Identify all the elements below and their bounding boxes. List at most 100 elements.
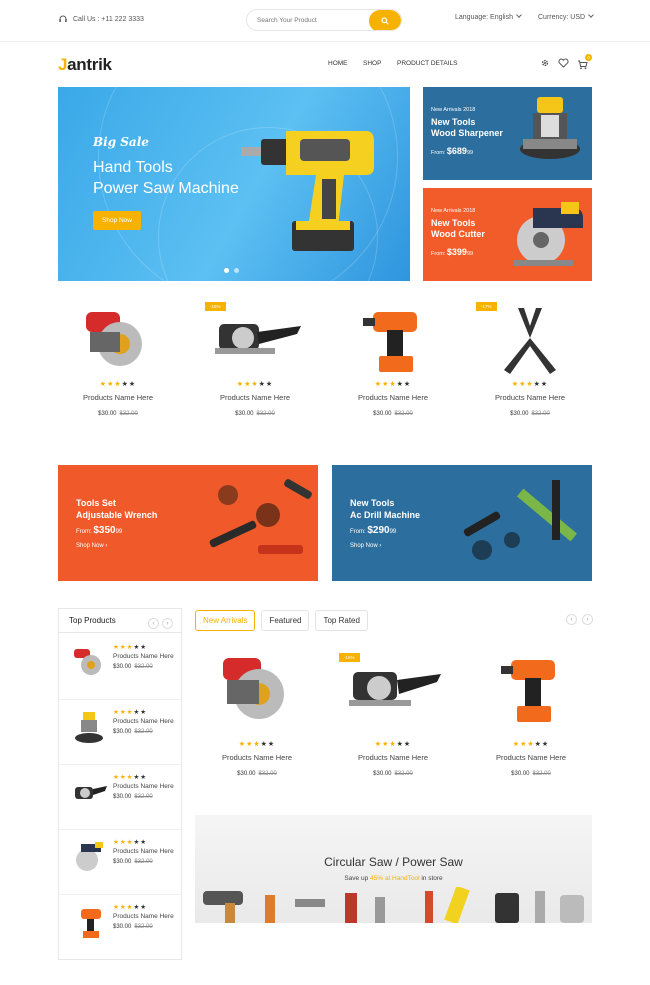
language-select[interactable]: Language: English: [455, 12, 522, 21]
product-name[interactable]: Products Name Here: [113, 653, 178, 661]
slider-dot[interactable]: [224, 268, 229, 273]
price-current: $30.00: [373, 411, 392, 417]
search-button[interactable]: [369, 10, 401, 30]
next-arrow-icon[interactable]: ›: [162, 618, 173, 629]
product-name[interactable]: Products Name Here: [480, 393, 580, 402]
product-name[interactable]: Products Name Here: [113, 783, 178, 791]
currency-select[interactable]: Currency: USD: [538, 12, 594, 21]
product-name[interactable]: Products Name Here: [113, 718, 178, 726]
promo-link-label: Shop Now: [76, 543, 104, 549]
call-us[interactable]: Call Us : +11 222 3333: [58, 14, 144, 24]
next-arrow-icon[interactable]: ›: [582, 614, 593, 625]
tools-image: [203, 887, 584, 923]
product-card[interactable]: ★★★★★ Products Name Here $30.00 $32.00: [68, 298, 168, 417]
product-card[interactable]: -16% ★★★★★ Products Name Here $30.00 $32.…: [205, 298, 305, 417]
rating-stars: ★★★★★: [512, 741, 550, 748]
product-name[interactable]: Products Name Here: [481, 753, 581, 762]
top-product-info: ★★★★★ Products Name Here $30.00 $32.00: [113, 773, 178, 800]
top-product-item[interactable]: ★★★★★ Products Name Here $30.00 $32.00: [59, 700, 181, 765]
price-old: $32.00: [394, 771, 413, 777]
product-price: $30.00 $32.00: [113, 794, 178, 800]
product-card[interactable]: -17% ★★★★★ Products Name Here $30.00 $32.…: [476, 298, 580, 417]
rating-stars: ★★★★★: [113, 904, 148, 911]
product-name[interactable]: Products Name Here: [113, 913, 178, 921]
gear-icon[interactable]: [540, 58, 550, 68]
price-old: $32.00: [532, 771, 551, 777]
top-product-item[interactable]: ★★★★★ Products Name Here $30.00 $32.00: [59, 765, 181, 830]
product-price: $30.00 $32.00: [113, 924, 178, 930]
product-name[interactable]: Products Name Here: [68, 393, 168, 402]
product-card[interactable]: ★★★★★ Products Name Here $30.00 $32.00: [343, 298, 443, 417]
top-product-item[interactable]: ★★★★★ Products Name Here $30.00 $32.00: [59, 635, 181, 700]
side-banner-wood-cutter[interactable]: New Arrivals 2018 New Tools Wood Cutter …: [423, 188, 592, 281]
shop-now-button[interactable]: Shop Now: [93, 211, 141, 230]
price-current: $30.00: [113, 794, 132, 800]
tab-top-rated[interactable]: Top Rated: [315, 610, 368, 631]
price-cents: 99: [115, 529, 123, 535]
tab-new-arrivals[interactable]: New Arrivals: [195, 610, 256, 631]
side-banner-title-line2: Wood Sharpener: [431, 128, 503, 138]
search-input[interactable]: [247, 10, 369, 30]
product-name[interactable]: Products Name Here: [343, 753, 443, 762]
product-image: -16%: [205, 298, 305, 380]
hero-slider[interactable]: Big Sale Hand Tools Power Saw Machine Sh…: [58, 87, 410, 281]
price-old: $32.00: [531, 411, 550, 417]
drill-image: [241, 131, 374, 251]
headset-icon: [59, 15, 67, 22]
product-image: -16%: [339, 650, 443, 740]
product-name[interactable]: Products Name Here: [113, 848, 178, 856]
product-name[interactable]: Products Name Here: [207, 753, 307, 762]
promo-shop-now-link[interactable]: Shop Now ›: [76, 543, 107, 549]
product-price: $30.00 $32.00: [480, 411, 580, 417]
nav-shop[interactable]: SHOP: [363, 60, 381, 67]
top-products-header: Top Products ‹ ›: [59, 609, 181, 633]
promo-banner-wrench[interactable]: Tools Set Adjustable Wrench From: $35099…: [58, 465, 318, 581]
promo-banner-drill[interactable]: New Tools Ac Drill Machine From: $29099 …: [332, 465, 592, 581]
promo-price: From: $29099: [350, 525, 396, 536]
promo-title-line2: Ac Drill Machine: [350, 510, 421, 520]
tab-featured[interactable]: Featured: [261, 610, 310, 631]
nav-home[interactable]: HOME: [328, 60, 348, 67]
product-price: $30.00 $32.00: [481, 771, 581, 777]
promo-price: From: $35099: [76, 525, 122, 536]
side-banner-title-line2: Wood Cutter: [431, 229, 485, 239]
side-banner-title: New Tools Wood Cutter: [431, 218, 485, 240]
product-name[interactable]: Products Name Here: [205, 393, 305, 402]
rating-stars: ★★★★★: [113, 774, 148, 781]
rating-stars: ★★★★★: [113, 709, 148, 716]
rating-stars: ★★★★★: [374, 741, 412, 748]
product-card[interactable]: -16% ★★★★★ Products Name Here $30.00 $32.…: [339, 650, 443, 777]
top-product-item[interactable]: ★★★★★ Products Name Here $30.00 $32.00: [59, 895, 181, 960]
cart-button[interactable]: 0: [577, 54, 592, 70]
nav-product-details[interactable]: PRODUCT DETAILS: [397, 60, 457, 67]
product-card[interactable]: ★★★★★ Products Name Here $30.00 $32.00: [481, 650, 581, 777]
logo-text: antrik: [67, 55, 112, 74]
price-value: $689: [446, 146, 467, 156]
hero-title: Hand Tools Power Saw Machine: [93, 157, 239, 199]
top-product-item[interactable]: ★★★★★ Products Name Here $30.00 $32.00: [59, 830, 181, 895]
price-current: $30.00: [113, 924, 132, 930]
promo-title-line1: New Tools: [350, 498, 395, 508]
side-banner-price: From: $68999: [431, 146, 473, 156]
product-card[interactable]: ★★★★★ Products Name Here $30.00 $32.00: [207, 650, 307, 777]
price-value: $290: [367, 525, 390, 536]
promo-title-line2: Adjustable Wrench: [76, 510, 158, 520]
product-image: [207, 650, 307, 740]
side-banner-wood-sharpener[interactable]: New Arrivals 2018 New Tools Wood Sharpen…: [423, 87, 592, 180]
slider-dot[interactable]: [234, 268, 239, 273]
banner-title: Circular Saw / Power Saw: [324, 855, 463, 869]
side-banner-small: New Arrivals 2018: [431, 107, 476, 113]
price-current: $30.00: [510, 411, 529, 417]
top-product-info: ★★★★★ Products Name Here $30.00 $32.00: [113, 903, 178, 930]
router-image: [520, 97, 580, 159]
logo[interactable]: Jantrik: [58, 55, 112, 75]
prev-arrow-icon[interactable]: ‹: [148, 618, 159, 629]
circular-saw-banner[interactable]: Circular Saw / Power Saw Save up 45% at …: [195, 815, 592, 923]
product-name[interactable]: Products Name Here: [343, 393, 443, 402]
price-from: From:: [431, 251, 446, 257]
prev-arrow-icon[interactable]: ‹: [566, 614, 577, 625]
side-banner-title: New Tools Wood Sharpener: [431, 117, 503, 139]
promo-shop-now-link[interactable]: Shop Now ›: [350, 543, 381, 549]
promo-title: Tools Set Adjustable Wrench: [76, 497, 157, 521]
heart-icon[interactable]: [558, 58, 569, 68]
